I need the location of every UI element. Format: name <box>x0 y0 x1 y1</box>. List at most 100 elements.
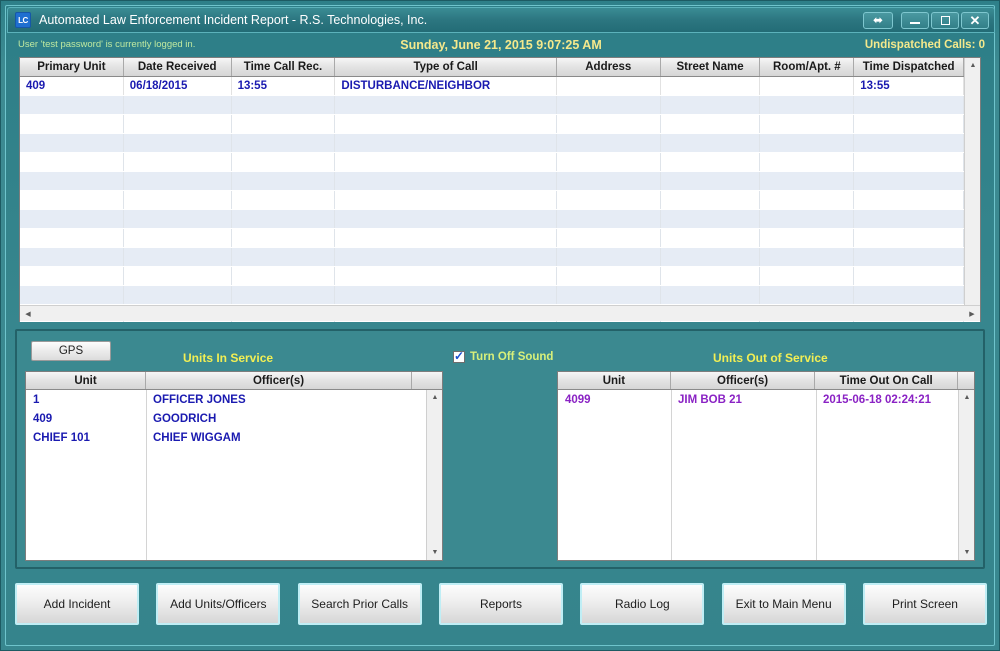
in-service-column-divider <box>146 390 147 560</box>
units-in-service-list[interactable]: Unit Officer(s) 1 OFFICER JONES 409 GOODRIC… <box>25 371 443 561</box>
button-exit-to-main-menu[interactable]: Exit to Main Menu <box>721 583 846 625</box>
resize-button[interactable]: ⬌ <box>863 11 893 29</box>
cell-date_received: 06/18/2015 <box>124 77 232 95</box>
cell-empty <box>760 286 855 304</box>
cell-empty <box>661 115 761 133</box>
in-service-scroll-up-icon[interactable]: ▲ <box>427 390 442 405</box>
title-bar: LC Automated Law Enforcement Incident Re… <box>7 7 995 33</box>
scroll-left-icon[interactable]: ◀ <box>20 306 36 322</box>
cell-empty <box>232 153 336 171</box>
status-bar: User 'test password' is currently logged… <box>13 35 989 54</box>
table-row-empty[interactable] <box>20 229 980 248</box>
table-row-empty[interactable] <box>20 172 980 191</box>
button-add-units-officers[interactable]: Add Units/Officers <box>156 583 281 625</box>
cell-empty <box>124 134 232 152</box>
out-service-column-unit[interactable]: Unit <box>558 372 671 389</box>
out-service-column-officers[interactable]: Officer(s) <box>671 372 816 389</box>
table-row-empty[interactable] <box>20 134 980 153</box>
scroll-right-icon[interactable]: ▶ <box>964 306 980 322</box>
table-row-empty[interactable] <box>20 115 980 134</box>
button-radio-log[interactable]: Radio Log <box>580 583 705 625</box>
out-service-column-spacer <box>958 372 974 389</box>
table-row[interactable]: 409 06/18/2015 13:55 DISTURBANCE/NEIGHBOR 13… <box>20 77 980 96</box>
in-service-column-unit[interactable]: Unit <box>26 372 146 389</box>
cell-empty <box>854 191 965 209</box>
list-item[interactable]: CHIEF 101 CHIEF WIGGAM <box>26 428 442 447</box>
cell-empty <box>20 191 124 209</box>
column-header-address[interactable]: Address <box>557 58 661 76</box>
cell-empty <box>760 172 855 190</box>
list-item[interactable]: 409 GOODRICH <box>26 409 442 428</box>
in-service-vertical-scrollbar[interactable]: ▲ ▼ <box>426 390 442 560</box>
cell-empty <box>232 286 336 304</box>
column-header-time-dispatched[interactable]: Time Dispatched <box>854 58 965 76</box>
minimize-button[interactable] <box>901 11 929 29</box>
cell-empty <box>232 229 336 247</box>
maximize-button[interactable] <box>931 11 959 29</box>
out-service-column-time-out[interactable]: Time Out On Call <box>815 372 959 389</box>
logged-in-user-status: User 'test password' is currently logged… <box>18 39 196 50</box>
out-service-unit: 4099 <box>565 393 591 406</box>
list-item[interactable]: 1 OFFICER JONES <box>26 390 442 409</box>
turn-off-sound-checkbox[interactable]: Turn Off Sound <box>453 349 553 363</box>
cell-empty <box>661 172 761 190</box>
cell-empty <box>232 134 336 152</box>
out-service-scroll-up-icon[interactable]: ▲ <box>959 390 974 405</box>
app-logo-icon: LC <box>15 12 31 28</box>
cell-empty <box>20 248 124 266</box>
checkbox-checked-icon[interactable] <box>453 349 465 363</box>
list-item[interactable]: 4099 JIM BOB 21 2015-06-18 02:24:21 <box>558 390 974 409</box>
column-header-primary-unit[interactable]: Primary Unit <box>20 58 124 76</box>
units-out-of-service-title: Units Out of Service <box>713 351 828 365</box>
out-service-time-out: 2015-06-18 02:24:21 <box>823 393 932 406</box>
close-button[interactable]: ✕ <box>961 11 989 29</box>
table-row-empty[interactable] <box>20 267 980 286</box>
column-header-type-of-call[interactable]: Type of Call <box>335 58 557 76</box>
cell-empty <box>335 191 557 209</box>
cell-type_of_call: DISTURBANCE/NEIGHBOR <box>335 77 557 95</box>
button-print-screen[interactable]: Print Screen <box>862 583 987 625</box>
action-button-row: Add Incident Add Units/Officers Search Pri… <box>15 581 987 627</box>
cell-empty <box>124 153 232 171</box>
table-row-empty[interactable] <box>20 248 980 267</box>
column-header-date-received[interactable]: Date Received <box>124 58 232 76</box>
cell-time_call_rec: 13:55 <box>232 77 336 95</box>
in-service-scroll-down-icon[interactable]: ▼ <box>427 545 442 560</box>
table-row-empty[interactable] <box>20 191 980 210</box>
column-header-time-call-rec[interactable]: Time Call Rec. <box>232 58 336 76</box>
button-add-incident[interactable]: Add Incident <box>15 583 139 625</box>
cell-empty <box>335 229 557 247</box>
units-out-of-service-list[interactable]: Unit Officer(s) Time Out On Call 4099 JIM… <box>557 371 975 561</box>
cell-empty <box>661 229 761 247</box>
grid-horizontal-scrollbar[interactable]: ◀ ▶ <box>20 305 980 321</box>
gps-button[interactable]: GPS <box>31 341 111 361</box>
cell-empty <box>760 267 855 285</box>
button-search-prior-calls[interactable]: Search Prior Calls <box>297 583 422 625</box>
button-reports[interactable]: Reports <box>438 583 563 625</box>
cell-empty <box>854 248 965 266</box>
grid-vertical-scrollbar[interactable]: ▲ ▼ <box>964 58 980 321</box>
table-row-empty[interactable] <box>20 286 980 305</box>
cell-empty <box>557 191 661 209</box>
cell-empty <box>760 96 855 114</box>
cell-empty <box>335 267 557 285</box>
column-header-room-apt[interactable]: Room/Apt. # <box>760 58 855 76</box>
incident-calls-grid[interactable]: Primary Unit Date Received Time Call Rec… <box>19 57 981 322</box>
cell-empty <box>335 172 557 190</box>
cell-empty <box>854 286 965 304</box>
cell-empty <box>661 134 761 152</box>
column-header-street-name[interactable]: Street Name <box>661 58 761 76</box>
out-service-scroll-down-icon[interactable]: ▼ <box>959 545 974 560</box>
cell-empty <box>557 267 661 285</box>
cell-empty <box>335 153 557 171</box>
in-service-unit: 1 <box>33 393 40 406</box>
scroll-up-icon[interactable]: ▲ <box>965 58 981 73</box>
table-row-empty[interactable] <box>20 210 980 229</box>
out-service-vertical-scrollbar[interactable]: ▲ ▼ <box>958 390 974 560</box>
table-row-empty[interactable] <box>20 153 980 172</box>
table-row-empty[interactable] <box>20 96 980 115</box>
cell-empty <box>760 115 855 133</box>
cell-empty <box>760 210 855 228</box>
cell-empty <box>661 210 761 228</box>
in-service-column-officers[interactable]: Officer(s) <box>146 372 412 389</box>
